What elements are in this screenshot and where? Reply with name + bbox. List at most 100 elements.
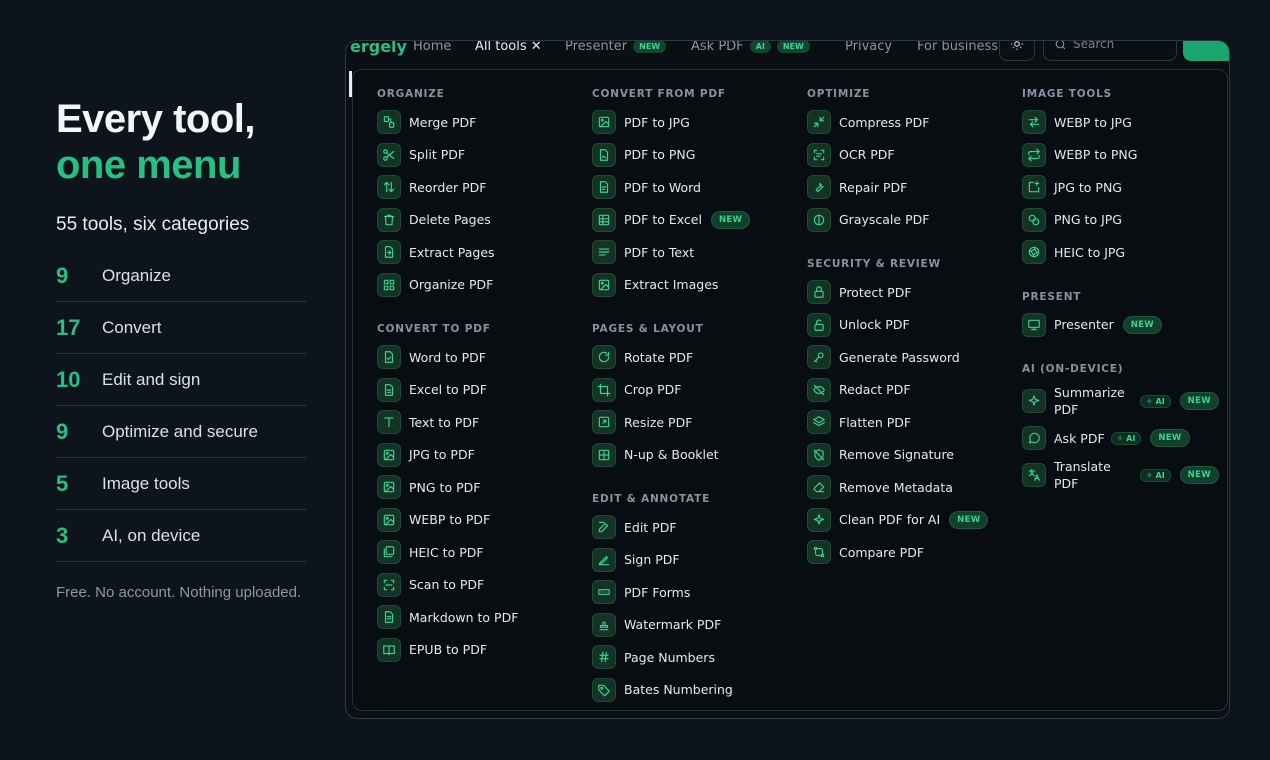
menu-item-remove-signature[interactable]: Remove Signature bbox=[807, 439, 1017, 472]
menu-item-heic-to-pdf[interactable]: HEIC to PDF bbox=[377, 536, 587, 569]
menu-item-label: Translate PDF bbox=[1054, 459, 1111, 491]
menu-item-label: Extract Pages bbox=[409, 244, 495, 260]
menu-item-extract-pages[interactable]: Extract Pages bbox=[377, 236, 587, 269]
section-title-convert-to: CONVERT TO PDF bbox=[377, 323, 491, 335]
menu-item-translate-pdf[interactable]: Translate PDF ✧ AI NEW bbox=[1022, 455, 1229, 495]
crop-icon bbox=[592, 377, 616, 402]
menu-item-ocr-pdf[interactable]: OCR PDF bbox=[807, 139, 1017, 172]
menu-item-label: Ask PDF bbox=[1054, 430, 1105, 446]
nav-all-tools[interactable]: All tools ✕ bbox=[475, 41, 542, 54]
menu-item-extract-images[interactable]: Extract Images bbox=[592, 269, 802, 302]
edit-icon bbox=[592, 515, 616, 540]
image-icon bbox=[377, 507, 401, 532]
menu-item-resize-pdf[interactable]: Resize PDF bbox=[592, 406, 802, 439]
nav-privacy[interactable]: Privacy bbox=[845, 41, 892, 54]
menu-item-jpg-to-pdf[interactable]: JPG to PDF bbox=[377, 439, 587, 472]
menu-item-pdf-to-text[interactable]: PDF to Text bbox=[592, 236, 802, 269]
menu-item-pdf-to-jpg[interactable]: PDF to JPG bbox=[592, 106, 802, 139]
menu-item-repair-pdf[interactable]: Repair PDF bbox=[807, 171, 1017, 204]
menu-item-generate-password[interactable]: Generate Password bbox=[807, 341, 1017, 374]
nav-presenter[interactable]: Presenter NEW bbox=[565, 41, 667, 54]
nav-ask-pdf[interactable]: Ask PDF AI NEW bbox=[691, 41, 810, 54]
top-nav: ergely Home All tools ✕ Presenter NEW Ask… bbox=[346, 41, 1229, 61]
menu-item-split-pdf[interactable]: Split PDF bbox=[377, 139, 587, 172]
menu-item-bates-numbering[interactable]: Bates Numbering bbox=[592, 674, 802, 707]
logo[interactable]: ergely bbox=[350, 41, 407, 56]
upload-button[interactable] bbox=[1183, 41, 1229, 61]
menu-item-label: HEIC to PDF bbox=[409, 544, 484, 560]
search-button[interactable]: Search bbox=[1043, 41, 1177, 61]
eraser-icon bbox=[807, 475, 831, 500]
menu-item-webp-to-pdf[interactable]: WEBP to PDF bbox=[377, 504, 587, 537]
menu-item-organize-pdf[interactable]: Organize PDF bbox=[377, 269, 587, 302]
menu-item-pdf-to-png[interactable]: PDF to PNG bbox=[592, 139, 802, 172]
menu-item-crop-pdf[interactable]: Crop PDF bbox=[592, 374, 802, 407]
menu-item-summarize-pdf[interactable]: Summarize PDF ✧ AI NEW bbox=[1022, 381, 1229, 421]
menu-item-webp-to-png[interactable]: WEBP to PNG bbox=[1022, 139, 1229, 172]
nav-for-business[interactable]: For business bbox=[917, 41, 998, 54]
menu-item-page-numbers[interactable]: Page Numbers bbox=[592, 641, 802, 674]
menu-item-epub-to-pdf[interactable]: EPUB to PDF bbox=[377, 634, 587, 667]
menu-item-merge-pdf[interactable]: Merge PDF bbox=[377, 106, 587, 139]
menu-item-compress-pdf[interactable]: Compress PDF bbox=[807, 106, 1017, 139]
wrench-icon bbox=[807, 175, 831, 200]
menu-item-rotate-pdf[interactable]: Rotate PDF bbox=[592, 341, 802, 374]
menu-item-reorder-pdf[interactable]: Reorder PDF bbox=[377, 171, 587, 204]
menu-item-heic-to-jpg[interactable]: HEIC to JPG bbox=[1022, 236, 1229, 269]
menu-item-label: Remove Signature bbox=[839, 447, 955, 463]
menu-item-webp-to-jpg[interactable]: WEBP to JPG bbox=[1022, 106, 1229, 139]
menu-item-text-to-pdf[interactable]: Text to PDF bbox=[377, 406, 587, 439]
menu-item-label: Edit PDF bbox=[624, 519, 677, 535]
menu-item-ask-pdf[interactable]: Ask PDF ✧ AI NEW bbox=[1022, 421, 1229, 455]
section-title-present: PRESENT bbox=[1022, 290, 1082, 303]
menu-item-label: Flatten PDF bbox=[839, 414, 912, 430]
menu-item-label: Bates Numbering bbox=[624, 682, 733, 698]
stats-list: 9 Organize 17 Convert 10 Edit and sign 9 Opt… bbox=[56, 250, 306, 562]
eye-off-icon bbox=[807, 377, 831, 402]
menu-item-sign-pdf[interactable]: Sign PDF bbox=[592, 544, 802, 577]
menu-item-word-to-pdf[interactable]: Word to PDF bbox=[377, 341, 587, 374]
menu-item-label: Merge PDF bbox=[409, 114, 477, 130]
new-badge: NEW bbox=[1179, 392, 1219, 410]
menu-item-label: Extract Images bbox=[624, 277, 719, 293]
menu-item-label: N-up & Booklet bbox=[624, 447, 719, 463]
menu-item-excel-to-pdf[interactable]: Excel to PDF bbox=[377, 374, 587, 407]
theme-toggle-button[interactable] bbox=[999, 41, 1035, 61]
menu-item-pdf-forms[interactable]: PDF Forms bbox=[592, 576, 802, 609]
menu-item-label: PDF to JPG bbox=[624, 114, 690, 130]
promo-title-line1: Every tool, bbox=[56, 97, 256, 141]
menu-item-png-to-jpg[interactable]: PNG to JPG bbox=[1022, 204, 1229, 237]
menu-item-pdf-to-word[interactable]: PDF to Word bbox=[592, 171, 802, 204]
menu-item-jpg-to-png[interactable]: JPG to PNG bbox=[1022, 171, 1229, 204]
stamp-icon bbox=[592, 612, 616, 637]
menu-item-label: Reorder PDF bbox=[409, 179, 487, 195]
menu-item-clean-pdf-for-ai[interactable]: Clean PDF for AI NEW bbox=[807, 504, 1017, 537]
menu-item-compare-pdf[interactable]: Compare PDF bbox=[807, 536, 1017, 569]
menu-item-label: Compare PDF bbox=[839, 544, 925, 560]
menu-column-1: ORGANIZE Merge PDF Split PDF Reorder PDF… bbox=[377, 87, 587, 666]
menu-item-grayscale-pdf[interactable]: Grayscale PDF bbox=[807, 204, 1017, 237]
menu-item-unlock-pdf[interactable]: Unlock PDF bbox=[807, 309, 1017, 342]
promo-panel: Every tool, one menu 55 tools, six categ… bbox=[56, 96, 326, 601]
menu-item-markdown-to-pdf[interactable]: Markdown to PDF bbox=[377, 601, 587, 634]
stat-label: Convert bbox=[102, 317, 162, 337]
menu-item-edit-pdf[interactable]: Edit PDF bbox=[592, 511, 802, 544]
menu-item-scan-to-pdf[interactable]: Scan to PDF bbox=[377, 569, 587, 602]
menu-item-flatten-pdf[interactable]: Flatten PDF bbox=[807, 406, 1017, 439]
menu-item-protect-pdf[interactable]: Protect PDF bbox=[807, 276, 1017, 309]
menu-item-png-to-pdf[interactable]: PNG to PDF bbox=[377, 471, 587, 504]
section-title-ai: AI (ON-DEVICE) bbox=[1022, 363, 1124, 375]
image-plus-icon bbox=[1022, 175, 1046, 200]
nav-home[interactable]: Home bbox=[413, 41, 451, 54]
menu-item-redact-pdf[interactable]: Redact PDF bbox=[807, 374, 1017, 407]
stat-number: 10 bbox=[56, 366, 81, 392]
layers-icon bbox=[807, 410, 831, 435]
section-title-edit-annotate: EDIT & ANNOTATE bbox=[592, 493, 711, 505]
repeat-icon bbox=[1022, 142, 1046, 167]
menu-item-delete-pages[interactable]: Delete Pages bbox=[377, 204, 587, 237]
menu-item-nup-booklet[interactable]: N-up & Booklet bbox=[592, 439, 802, 472]
menu-item-remove-metadata[interactable]: Remove Metadata bbox=[807, 471, 1017, 504]
menu-item-pdf-to-excel[interactable]: PDF to Excel NEW bbox=[592, 204, 802, 237]
menu-item-watermark-pdf[interactable]: Watermark PDF bbox=[592, 609, 802, 642]
menu-item-presenter[interactable]: Presenter NEW bbox=[1022, 309, 1229, 342]
